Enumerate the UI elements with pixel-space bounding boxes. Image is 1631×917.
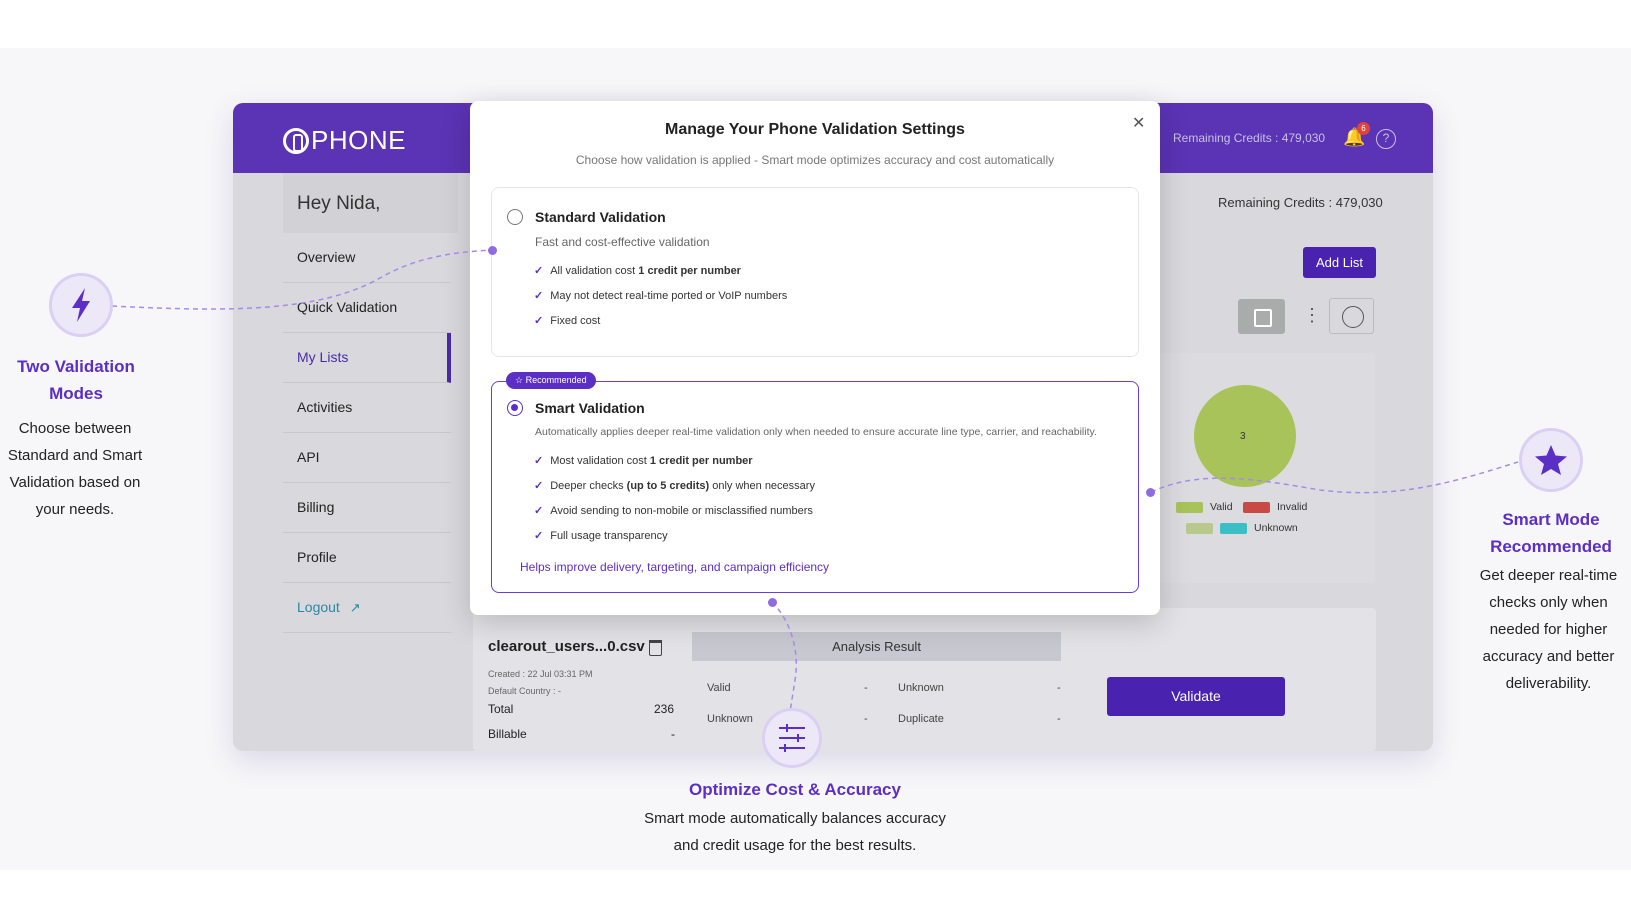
connector-dot	[1146, 488, 1155, 497]
callout-left-body: Choose between Standard and Smart Validati…	[7, 420, 143, 518]
callout-right-title: Smart Mode Recommended	[1490, 510, 1612, 556]
callout-bottom-body: Smart mode automatically balances accura…	[644, 810, 946, 854]
star-icon	[1519, 428, 1583, 492]
lightning-icon	[49, 273, 113, 337]
connector-dot	[768, 598, 777, 607]
callout-right-body: Get deeper real-time checks only when need…	[1479, 567, 1618, 692]
callout-bottom-title: Optimize Cost & Accuracy	[689, 780, 901, 799]
connector-dot	[488, 246, 497, 255]
callout-left-title: Two Validation Modes	[17, 357, 135, 403]
sliders-icon	[762, 708, 822, 768]
